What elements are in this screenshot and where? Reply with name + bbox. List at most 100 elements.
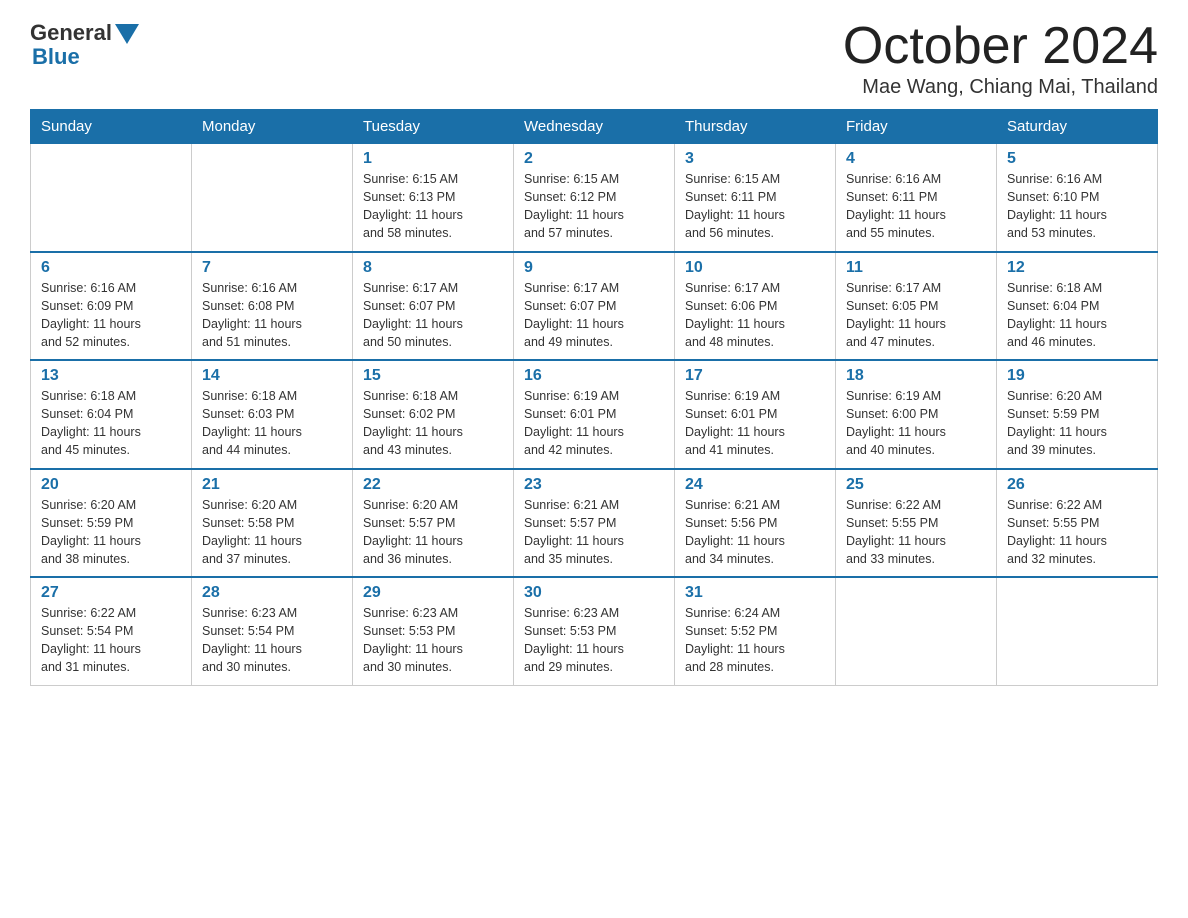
- calendar-cell: 18 Sunrise: 6:19 AM Sunset: 6:00 PM Dayli…: [836, 360, 997, 469]
- calendar-header-tuesday: Tuesday: [353, 110, 514, 144]
- day-number: 26: [1007, 476, 1147, 494]
- day-info: Sunrise: 6:24 AM Sunset: 5:52 PM Dayligh…: [685, 604, 825, 677]
- calendar-cell: 1 Sunrise: 6:15 AM Sunset: 6:13 PM Daylig…: [353, 144, 514, 252]
- day-number: 16: [524, 367, 664, 385]
- day-number: 19: [1007, 367, 1147, 385]
- location-subtitle: Mae Wang, Chiang Mai, Thailand: [843, 76, 1158, 99]
- calendar-header-friday: Friday: [836, 110, 997, 144]
- calendar-cell: 12Sunrise: 6:18 AM Sunset: 6:04 PM Dayli…: [997, 252, 1158, 361]
- day-info: Sunrise: 6:22 AM Sunset: 5:55 PM Dayligh…: [846, 496, 986, 569]
- logo-triangle-icon: [115, 24, 139, 44]
- calendar-cell: [836, 577, 997, 685]
- calendar-cell: 2Sunrise: 6:15 AM Sunset: 6:12 PM Daylig…: [514, 144, 675, 252]
- day-info: Sunrise: 6:18 AM Sunset: 6:02 PM Dayligh…: [363, 387, 503, 460]
- calendar-cell: 19 Sunrise: 6:20 AM Sunset: 5:59 PM Dayli…: [997, 360, 1158, 469]
- day-info: Sunrise: 6:20 AM Sunset: 5:57 PM Dayligh…: [363, 496, 503, 569]
- logo: General Blue: [30, 20, 139, 70]
- day-info: Sunrise: 6:23 AM Sunset: 5:53 PM Dayligh…: [524, 604, 664, 677]
- calendar-cell: 20Sunrise: 6:20 AM Sunset: 5:59 PM Dayli…: [31, 469, 192, 578]
- day-number: 7: [202, 259, 342, 277]
- logo-blue-text: Blue: [30, 44, 80, 70]
- calendar-cell: [997, 577, 1158, 685]
- day-info: Sunrise: 6:17 AM Sunset: 6:07 PM Dayligh…: [524, 279, 664, 352]
- day-number: 24: [685, 476, 825, 494]
- day-info: Sunrise: 6:15 AM Sunset: 6:13 PM Dayligh…: [363, 170, 503, 243]
- day-number: 25: [846, 476, 986, 494]
- calendar-header-sunday: Sunday: [31, 110, 192, 144]
- calendar-header-monday: Monday: [192, 110, 353, 144]
- calendar-cell: 11 Sunrise: 6:17 AM Sunset: 6:05 PM Dayli…: [836, 252, 997, 361]
- calendar-cell: 24 Sunrise: 6:21 AM Sunset: 5:56 PM Dayli…: [675, 469, 836, 578]
- calendar-header-row: SundayMondayTuesdayWednesdayThursdayFrid…: [31, 110, 1158, 144]
- calendar-cell: 27Sunrise: 6:22 AM Sunset: 5:54 PM Dayli…: [31, 577, 192, 685]
- day-number: 30: [524, 584, 664, 602]
- day-info: Sunrise: 6:16 AM Sunset: 6:08 PM Dayligh…: [202, 279, 342, 352]
- calendar-header-saturday: Saturday: [997, 110, 1158, 144]
- day-info: Sunrise: 6:23 AM Sunset: 5:53 PM Dayligh…: [363, 604, 503, 677]
- calendar-cell: 5Sunrise: 6:16 AM Sunset: 6:10 PM Daylig…: [997, 144, 1158, 252]
- calendar-cell: 17Sunrise: 6:19 AM Sunset: 6:01 PM Dayli…: [675, 360, 836, 469]
- calendar-cell: 16 Sunrise: 6:19 AM Sunset: 6:01 PM Dayli…: [514, 360, 675, 469]
- day-info: Sunrise: 6:15 AM Sunset: 6:11 PM Dayligh…: [685, 170, 825, 243]
- header: General Blue October 2024 Mae Wang, Chia…: [30, 20, 1158, 99]
- day-info: Sunrise: 6:19 AM Sunset: 6:00 PM Dayligh…: [846, 387, 986, 460]
- calendar-week-row: 6Sunrise: 6:16 AM Sunset: 6:09 PM Daylig…: [31, 252, 1158, 361]
- day-number: 4: [846, 150, 986, 168]
- day-number: 11: [846, 259, 986, 277]
- calendar-cell: 25 Sunrise: 6:22 AM Sunset: 5:55 PM Dayli…: [836, 469, 997, 578]
- month-title: October 2024: [843, 20, 1158, 72]
- day-number: 13: [41, 367, 181, 385]
- day-number: 28: [202, 584, 342, 602]
- calendar-cell: 7 Sunrise: 6:16 AM Sunset: 6:08 PM Daylig…: [192, 252, 353, 361]
- calendar-cell: 15Sunrise: 6:18 AM Sunset: 6:02 PM Dayli…: [353, 360, 514, 469]
- calendar-cell: 23 Sunrise: 6:21 AM Sunset: 5:57 PM Dayli…: [514, 469, 675, 578]
- day-info: Sunrise: 6:20 AM Sunset: 5:58 PM Dayligh…: [202, 496, 342, 569]
- calendar-cell: 8 Sunrise: 6:17 AM Sunset: 6:07 PM Daylig…: [353, 252, 514, 361]
- calendar-cell: 22 Sunrise: 6:20 AM Sunset: 5:57 PM Dayli…: [353, 469, 514, 578]
- day-number: 20: [41, 476, 181, 494]
- day-number: 1: [363, 150, 503, 168]
- day-number: 21: [202, 476, 342, 494]
- calendar-week-row: 13 Sunrise: 6:18 AM Sunset: 6:04 PM Dayli…: [31, 360, 1158, 469]
- calendar-cell: 10 Sunrise: 6:17 AM Sunset: 6:06 PM Dayli…: [675, 252, 836, 361]
- calendar-cell: 6Sunrise: 6:16 AM Sunset: 6:09 PM Daylig…: [31, 252, 192, 361]
- day-info: Sunrise: 6:17 AM Sunset: 6:06 PM Dayligh…: [685, 279, 825, 352]
- calendar-cell: 31 Sunrise: 6:24 AM Sunset: 5:52 PM Dayli…: [675, 577, 836, 685]
- day-number: 27: [41, 584, 181, 602]
- logo-general-text: General: [30, 20, 112, 46]
- day-number: 31: [685, 584, 825, 602]
- day-info: Sunrise: 6:21 AM Sunset: 5:56 PM Dayligh…: [685, 496, 825, 569]
- day-number: 9: [524, 259, 664, 277]
- day-info: Sunrise: 6:17 AM Sunset: 6:05 PM Dayligh…: [846, 279, 986, 352]
- day-info: Sunrise: 6:19 AM Sunset: 6:01 PM Dayligh…: [685, 387, 825, 460]
- day-number: 10: [685, 259, 825, 277]
- day-info: Sunrise: 6:16 AM Sunset: 6:11 PM Dayligh…: [846, 170, 986, 243]
- day-info: Sunrise: 6:19 AM Sunset: 6:01 PM Dayligh…: [524, 387, 664, 460]
- calendar-week-row: 20Sunrise: 6:20 AM Sunset: 5:59 PM Dayli…: [31, 469, 1158, 578]
- calendar-cell: 4 Sunrise: 6:16 AM Sunset: 6:11 PM Daylig…: [836, 144, 997, 252]
- calendar-header-wednesday: Wednesday: [514, 110, 675, 144]
- calendar-cell: 21 Sunrise: 6:20 AM Sunset: 5:58 PM Dayli…: [192, 469, 353, 578]
- calendar-cell: 13 Sunrise: 6:18 AM Sunset: 6:04 PM Dayli…: [31, 360, 192, 469]
- calendar-cell: 29 Sunrise: 6:23 AM Sunset: 5:53 PM Dayli…: [353, 577, 514, 685]
- day-number: 8: [363, 259, 503, 277]
- day-number: 18: [846, 367, 986, 385]
- day-number: 14: [202, 367, 342, 385]
- day-info: Sunrise: 6:18 AM Sunset: 6:04 PM Dayligh…: [41, 387, 181, 460]
- calendar-cell: [192, 144, 353, 252]
- calendar-cell: 28 Sunrise: 6:23 AM Sunset: 5:54 PM Dayli…: [192, 577, 353, 685]
- day-info: Sunrise: 6:16 AM Sunset: 6:10 PM Dayligh…: [1007, 170, 1147, 243]
- day-number: 23: [524, 476, 664, 494]
- day-info: Sunrise: 6:20 AM Sunset: 5:59 PM Dayligh…: [1007, 387, 1147, 460]
- calendar-week-row: 27Sunrise: 6:22 AM Sunset: 5:54 PM Dayli…: [31, 577, 1158, 685]
- day-number: 12: [1007, 259, 1147, 277]
- day-info: Sunrise: 6:21 AM Sunset: 5:57 PM Dayligh…: [524, 496, 664, 569]
- calendar-cell: 30 Sunrise: 6:23 AM Sunset: 5:53 PM Dayli…: [514, 577, 675, 685]
- day-number: 22: [363, 476, 503, 494]
- day-info: Sunrise: 6:17 AM Sunset: 6:07 PM Dayligh…: [363, 279, 503, 352]
- calendar-week-row: 1 Sunrise: 6:15 AM Sunset: 6:13 PM Daylig…: [31, 144, 1158, 252]
- day-info: Sunrise: 6:23 AM Sunset: 5:54 PM Dayligh…: [202, 604, 342, 677]
- day-info: Sunrise: 6:15 AM Sunset: 6:12 PM Dayligh…: [524, 170, 664, 243]
- calendar-cell: 3Sunrise: 6:15 AM Sunset: 6:11 PM Daylig…: [675, 144, 836, 252]
- day-number: 29: [363, 584, 503, 602]
